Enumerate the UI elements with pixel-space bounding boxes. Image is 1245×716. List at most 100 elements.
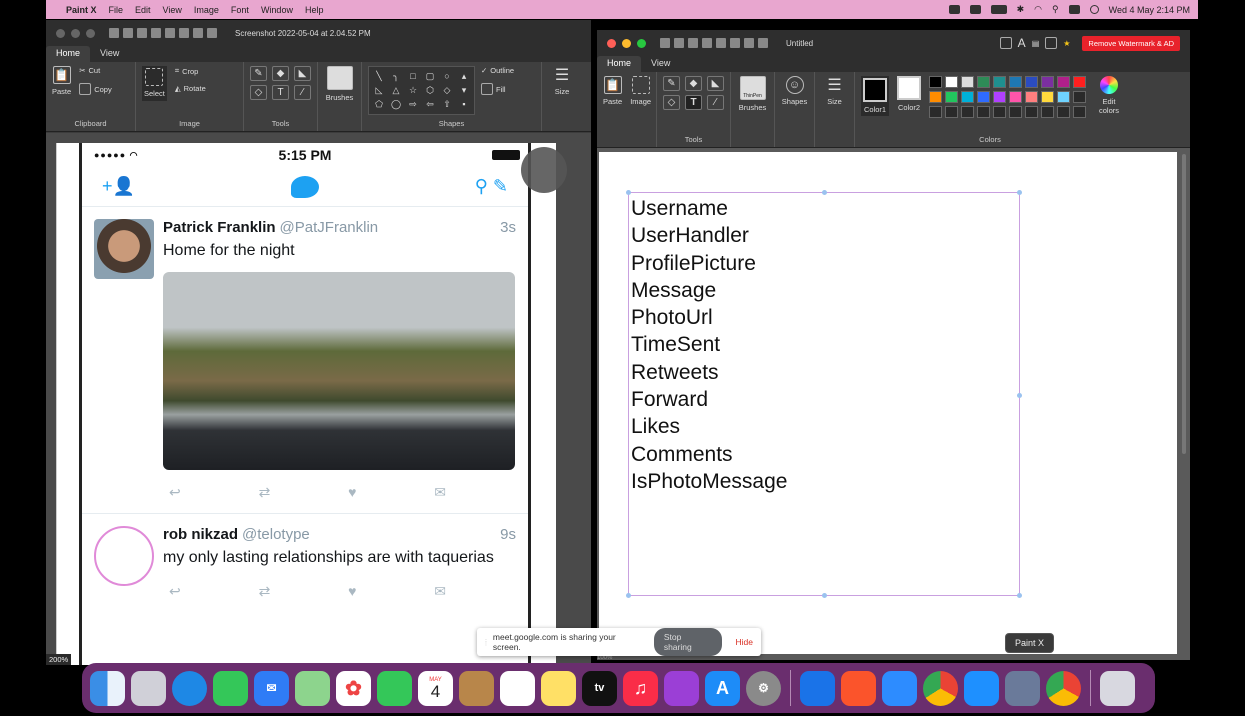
- size-button[interactable]: ☰ Size: [821, 76, 848, 106]
- color-swatch[interactable]: [929, 91, 942, 103]
- dm-icon[interactable]: ✉: [434, 484, 446, 501]
- launchpad-icon[interactable]: [131, 670, 166, 706]
- undo-icon[interactable]: [744, 38, 754, 48]
- search-icon[interactable]: ⚲: [1052, 4, 1059, 15]
- tweet-handle[interactable]: @telotype: [242, 526, 310, 543]
- color-swatch[interactable]: [1073, 106, 1086, 118]
- line-shape-icon[interactable]: ╲: [373, 71, 385, 82]
- color-swatch[interactable]: [1009, 106, 1022, 118]
- color-swatch[interactable]: [1057, 91, 1070, 103]
- finder-icon[interactable]: [90, 670, 125, 706]
- bucket-icon[interactable]: ◇: [663, 95, 680, 110]
- color2-button[interactable]: Color2: [897, 76, 921, 112]
- menubar-datetime[interactable]: Wed 4 May 2:14 PM: [1109, 5, 1190, 15]
- trash-icon[interactable]: [1100, 670, 1135, 706]
- reply-icon[interactable]: ↩: [169, 484, 181, 501]
- chrome-icon[interactable]: [923, 670, 958, 706]
- tab-home[interactable]: Home: [597, 56, 642, 72]
- resize-handle[interactable]: [822, 593, 827, 598]
- rectangle-shape-icon[interactable]: □: [407, 71, 419, 82]
- like-icon[interactable]: ♥: [348, 484, 356, 501]
- fill-icon[interactable]: ◣: [294, 66, 311, 81]
- color-swatch[interactable]: [1057, 106, 1070, 118]
- image-button[interactable]: Image: [630, 76, 651, 106]
- menu-view[interactable]: View: [163, 5, 182, 15]
- redo-icon[interactable]: [758, 38, 768, 48]
- picker-icon[interactable]: ⁄: [707, 95, 724, 110]
- text-icon[interactable]: T: [685, 95, 702, 110]
- reminders-icon[interactable]: [500, 670, 535, 706]
- curve-shape-icon[interactable]: ╮: [390, 71, 402, 82]
- fill-icon[interactable]: ◣: [707, 76, 724, 91]
- diamond-shape-icon[interactable]: ◇: [441, 85, 453, 96]
- paintx-icon[interactable]: [1005, 670, 1040, 706]
- avatar[interactable]: [94, 526, 154, 586]
- bucket-icon[interactable]: ◇: [250, 85, 267, 100]
- size-button[interactable]: ☰ Size: [548, 66, 576, 96]
- circle-shape-icon[interactable]: ◯: [390, 99, 402, 110]
- copy-icon[interactable]: [702, 38, 712, 48]
- paste-button[interactable]: 📋 Paste: [603, 76, 622, 106]
- settings-icon[interactable]: ⚙: [746, 670, 781, 706]
- tweet-photo[interactable]: [163, 272, 515, 470]
- arrow-left-shape-icon[interactable]: ⇦: [424, 99, 436, 110]
- color-swatch[interactable]: [1041, 76, 1054, 88]
- facetime-icon[interactable]: [377, 670, 412, 706]
- eraser-icon[interactable]: ◆: [685, 76, 702, 91]
- retweet-icon[interactable]: ⇄: [259, 484, 271, 501]
- arrow-up-shape-icon[interactable]: ⇧: [441, 99, 453, 110]
- save-icon[interactable]: [137, 28, 147, 38]
- pencil-icon[interactable]: ✎: [663, 76, 680, 91]
- resize-handle[interactable]: [822, 190, 827, 195]
- maps-icon[interactable]: [295, 670, 330, 706]
- color-swatch[interactable]: [1025, 76, 1038, 88]
- stop-sharing-button[interactable]: Stop sharing: [653, 628, 722, 656]
- hide-button[interactable]: Hide: [736, 637, 753, 647]
- brushes-button[interactable]: ThinPen Brushes: [737, 76, 768, 112]
- more-shapes-icon[interactable]: ▪: [458, 99, 470, 110]
- maximize-button[interactable]: [86, 28, 95, 38]
- control-center-icon[interactable]: [1068, 5, 1080, 14]
- screenshot-capture-icon[interactable]: [521, 147, 567, 193]
- like-icon[interactable]: ♥: [348, 583, 356, 600]
- print-icon[interactable]: ▤: [1032, 39, 1040, 48]
- color1-button[interactable]: Color1: [861, 76, 889, 116]
- oval-shape-icon[interactable]: ○: [441, 71, 453, 82]
- color-swatch[interactable]: [993, 76, 1006, 88]
- minimize-button[interactable]: [622, 38, 631, 48]
- cut-icon[interactable]: [165, 28, 175, 38]
- select-button[interactable]: Select: [142, 66, 167, 101]
- star-shape-icon[interactable]: ☆: [407, 85, 419, 96]
- podcasts-icon[interactable]: [664, 670, 699, 706]
- notes-icon[interactable]: [541, 670, 576, 706]
- cut-icon[interactable]: [716, 38, 726, 48]
- color-swatch[interactable]: [1041, 106, 1054, 118]
- color-swatch[interactable]: [1073, 76, 1086, 88]
- minimize-button[interactable]: [71, 28, 80, 38]
- color-swatch[interactable]: [945, 106, 958, 118]
- crop-button[interactable]: ⌗ Crop: [175, 66, 206, 76]
- menu-help[interactable]: Help: [305, 5, 324, 15]
- hexagon-shape-icon[interactable]: ⬡: [424, 85, 436, 96]
- rounded-rect-shape-icon[interactable]: ▢: [424, 71, 436, 82]
- menu-window[interactable]: Window: [261, 5, 293, 15]
- font-icon[interactable]: A: [1018, 36, 1026, 50]
- arrow-right-shape-icon[interactable]: ⇨: [407, 99, 419, 110]
- color-swatch[interactable]: [945, 76, 958, 88]
- color-swatch[interactable]: [993, 106, 1006, 118]
- display-icon[interactable]: [1045, 37, 1058, 49]
- tab-home[interactable]: Home: [46, 46, 91, 62]
- cut-button[interactable]: ✂ Cut: [79, 66, 112, 75]
- zoom-level-left[interactable]: 200%: [46, 654, 72, 665]
- color-swatch[interactable]: [977, 76, 990, 88]
- star-icon[interactable]: ★: [1063, 39, 1070, 48]
- outline-button[interactable]: ✓ Outline: [481, 66, 514, 75]
- color-swatch[interactable]: [1041, 91, 1054, 103]
- bluetooth-icon[interactable]: ✱: [1017, 4, 1025, 15]
- color-swatch[interactable]: [977, 91, 990, 103]
- color-swatch[interactable]: [1057, 76, 1070, 88]
- resize-handle[interactable]: [1017, 190, 1022, 195]
- brushes-button[interactable]: Brushes: [324, 66, 355, 102]
- menu-image[interactable]: Image: [194, 5, 219, 15]
- tweet[interactable]: Patrick Franklin @PatJFranklin 3s Home f…: [82, 207, 528, 514]
